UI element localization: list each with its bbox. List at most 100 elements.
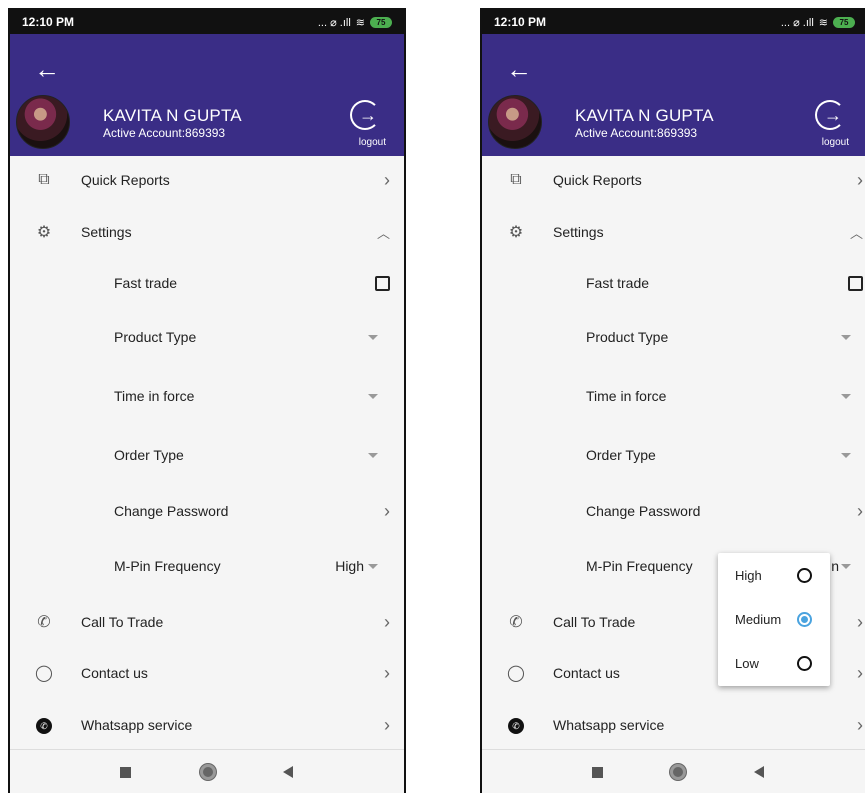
dropdown-caret-icon[interactable] bbox=[841, 452, 851, 458]
setting-fast-trade[interactable]: Fast trade bbox=[10, 263, 404, 303]
chat-bubble-icon: ◯ bbox=[507, 665, 525, 682]
setting-label: M-Pin Frequency bbox=[114, 558, 221, 574]
setting-time-in-force[interactable]: Time in force bbox=[10, 376, 404, 416]
setting-product-type[interactable]: Product Type bbox=[482, 317, 865, 357]
status-time: 12:10 PM bbox=[494, 15, 547, 29]
option-label: High bbox=[735, 567, 762, 583]
radio-medium[interactable] bbox=[797, 611, 812, 627]
chat-bubble-icon: ◯ bbox=[35, 665, 53, 682]
setting-label: M-Pin Frequency bbox=[586, 558, 693, 574]
back-triangle-icon[interactable] bbox=[283, 766, 293, 778]
option-label: Medium bbox=[735, 611, 782, 627]
back-arrow-icon[interactable]: ← bbox=[506, 56, 532, 82]
option-low[interactable]: Low bbox=[718, 641, 830, 685]
user-name: KAVITA N GUPTA bbox=[103, 106, 242, 125]
status-time: 12:10 PM bbox=[22, 15, 75, 29]
user-name: KAVITA N GUPTA bbox=[575, 106, 714, 125]
setting-order-type[interactable]: Order Type bbox=[482, 435, 865, 475]
chevron-right-icon: › bbox=[384, 500, 390, 521]
menu-item-settings[interactable]: ⚙ Settings ︿ bbox=[10, 212, 404, 252]
phone-screen-right: 12:10 PM ... ⌀ .ıll ≋ 75 ← KAVITA N GUPT… bbox=[480, 8, 865, 793]
option-label: Low bbox=[735, 655, 759, 671]
chevron-right-icon: › bbox=[384, 662, 390, 683]
option-medium[interactable]: Medium bbox=[718, 597, 830, 641]
menu-item-label: Whatsapp service bbox=[553, 717, 665, 733]
menu-item-whatsapp[interactable]: ✆ Whatsapp service › bbox=[10, 705, 404, 745]
fast-trade-checkbox[interactable] bbox=[848, 275, 863, 291]
logout-icon[interactable] bbox=[350, 100, 380, 130]
chevron-right-icon: › bbox=[384, 714, 390, 735]
mpin-frequency-popup: High Medium Low bbox=[718, 553, 830, 686]
menu-item-whatsapp[interactable]: ✆ Whatsapp service › bbox=[482, 705, 865, 745]
gear-icon: ⚙ bbox=[508, 224, 524, 241]
dropdown-caret-icon[interactable] bbox=[841, 563, 851, 569]
wifi-icon: ≋ bbox=[355, 16, 365, 29]
menu-item-quick-reports[interactable]: ⧉ Quick Reports › bbox=[482, 160, 865, 200]
mpin-frequency-value[interactable]: High bbox=[335, 558, 364, 574]
menu-item-label: Call To Trade bbox=[553, 614, 636, 630]
dropdown-caret-icon[interactable] bbox=[841, 334, 851, 340]
signal-icons: ... ⌀ .ıll bbox=[317, 16, 351, 29]
dropdown-caret-icon[interactable] bbox=[841, 393, 851, 399]
wifi-icon: ≋ bbox=[818, 16, 828, 29]
reports-icon: ⧉ bbox=[510, 171, 522, 188]
back-arrow-icon[interactable]: ← bbox=[34, 56, 60, 82]
android-nav-bar bbox=[482, 749, 865, 793]
setting-order-type[interactable]: Order Type bbox=[10, 435, 404, 475]
setting-change-password[interactable]: Change Password › bbox=[482, 491, 865, 531]
chevron-right-icon: › bbox=[857, 169, 863, 190]
dropdown-caret-icon[interactable] bbox=[368, 334, 378, 340]
setting-label: Order Type bbox=[114, 447, 184, 463]
setting-label: Product Type bbox=[114, 329, 197, 345]
setting-fast-trade[interactable]: Fast trade bbox=[482, 263, 865, 303]
chevron-right-icon: › bbox=[857, 611, 863, 632]
menu-item-call-to-trade[interactable]: ✆ Call To Trade › bbox=[10, 602, 404, 642]
dropdown-caret-icon[interactable] bbox=[368, 563, 378, 569]
setting-label: Fast trade bbox=[586, 275, 650, 291]
logout-label[interactable]: logout bbox=[822, 137, 849, 148]
back-triangle-icon[interactable] bbox=[754, 766, 764, 778]
logout-label[interactable]: logout bbox=[359, 137, 386, 148]
chevron-up-icon: ︿ bbox=[849, 225, 863, 241]
radio-low[interactable] bbox=[797, 655, 812, 671]
fast-trade-checkbox[interactable] bbox=[375, 275, 390, 291]
account-info: Active Account:869393 bbox=[103, 126, 226, 140]
reports-icon: ⧉ bbox=[38, 171, 50, 188]
chevron-right-icon: › bbox=[384, 611, 390, 632]
whatsapp-icon: ✆ bbox=[34, 716, 54, 734]
dropdown-caret-icon[interactable] bbox=[368, 452, 378, 458]
recents-icon[interactable] bbox=[592, 767, 603, 778]
setting-product-type[interactable]: Product Type bbox=[10, 317, 404, 357]
setting-label: Change Password bbox=[586, 503, 701, 519]
menu-item-contact-us[interactable]: ◯ Contact us › bbox=[10, 653, 404, 693]
menu-item-quick-reports[interactable]: ⧉ Quick Reports › bbox=[10, 160, 404, 200]
setting-change-password[interactable]: Change Password › bbox=[10, 491, 404, 531]
setting-label: Fast trade bbox=[114, 275, 178, 291]
menu-item-label: Quick Reports bbox=[81, 172, 170, 188]
option-high[interactable]: High bbox=[718, 553, 830, 597]
account-info: Active Account:869393 bbox=[575, 126, 698, 140]
home-icon[interactable] bbox=[200, 764, 216, 780]
gear-icon: ⚙ bbox=[36, 224, 52, 241]
battery-icon: 75 bbox=[370, 16, 392, 28]
home-icon[interactable] bbox=[670, 764, 686, 780]
menu-item-label: Whatsapp service bbox=[81, 717, 193, 733]
status-bar: 12:10 PM ... ⌀ .ıll ≋ 75 bbox=[482, 10, 865, 34]
menu-item-label: Contact us bbox=[81, 665, 148, 681]
mpin-frequency-value-partial[interactable]: n bbox=[831, 558, 839, 574]
android-nav-bar bbox=[10, 749, 404, 793]
setting-time-in-force[interactable]: Time in force bbox=[482, 376, 865, 416]
menu-item-label: Contact us bbox=[553, 665, 620, 681]
chevron-right-icon: › bbox=[384, 169, 390, 190]
radio-high[interactable] bbox=[797, 567, 812, 583]
dropdown-caret-icon[interactable] bbox=[368, 393, 378, 399]
setting-mpin-frequency[interactable]: M-Pin Frequency High bbox=[10, 546, 404, 586]
chevron-right-icon: › bbox=[857, 662, 863, 683]
chevron-up-icon: ︿ bbox=[376, 225, 390, 241]
recents-icon[interactable] bbox=[120, 767, 131, 778]
menu-item-settings[interactable]: ⚙ Settings ︿ bbox=[482, 212, 865, 252]
setting-label: Product Type bbox=[586, 329, 669, 345]
logout-icon[interactable] bbox=[815, 100, 845, 130]
phone-icon: ✆ bbox=[509, 614, 523, 631]
profile-header: ← KAVITA N GUPTA Active Account:869393 l… bbox=[482, 34, 865, 156]
